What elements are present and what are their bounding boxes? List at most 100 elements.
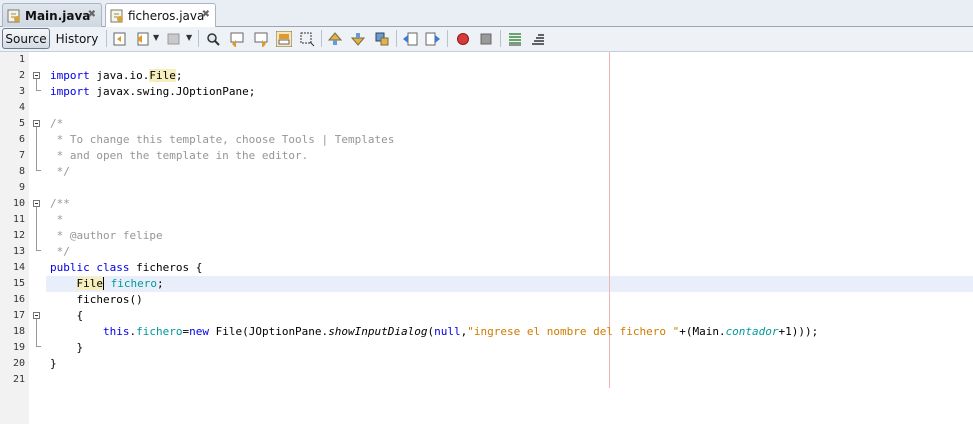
code-text: File xyxy=(76,277,103,290)
line-number: 4 xyxy=(18,102,25,113)
back-icon[interactable] xyxy=(135,31,151,47)
code-line[interactable]: { xyxy=(50,308,83,324)
current-line-highlight xyxy=(46,276,973,292)
toolbar-separator xyxy=(447,30,448,47)
fold-toggle-icon[interactable] xyxy=(33,120,40,127)
toolbar-separator xyxy=(396,30,397,47)
line-number: 18 xyxy=(12,326,25,337)
code-line[interactable]: /** xyxy=(50,196,70,212)
code-line[interactable]: /* xyxy=(50,116,63,132)
code-text: File xyxy=(149,69,176,82)
line-number: 19 xyxy=(12,342,25,353)
code-line[interactable]: * xyxy=(50,212,64,228)
line-number: 8 xyxy=(18,166,25,177)
find-previous-icon[interactable] xyxy=(229,31,245,47)
code-line[interactable]: import java.io.File; xyxy=(50,68,182,84)
source-button[interactable]: Source xyxy=(2,28,50,49)
toggle-highlight-icon[interactable] xyxy=(276,31,292,47)
code-line[interactable]: * To change this template, choose Tools … xyxy=(50,132,395,148)
code-line[interactable]: import javax.swing.JOptionPane; xyxy=(50,84,255,100)
line-number: 1 xyxy=(18,54,25,65)
java-file-icon xyxy=(7,9,20,22)
rectangular-selection-icon[interactable] xyxy=(299,31,315,47)
history-button[interactable]: History xyxy=(53,28,101,49)
string-literal: "ingrese el nombre del fichero " xyxy=(467,325,680,338)
fold-line xyxy=(36,79,37,90)
code-line[interactable]: */ xyxy=(50,164,70,180)
field-name: fichero xyxy=(136,325,183,338)
previous-bookmark-icon[interactable] xyxy=(327,31,343,47)
keyword: new xyxy=(189,325,209,338)
code-line[interactable]: * @author felipe xyxy=(50,228,163,244)
fold-line xyxy=(36,207,37,250)
java-file-icon xyxy=(110,9,123,23)
code-text: +(Main. xyxy=(679,325,726,338)
code-line[interactable]: } xyxy=(50,340,83,356)
line-number: 14 xyxy=(12,262,25,273)
line-number: 21 xyxy=(12,374,25,385)
forward-icon[interactable] xyxy=(166,31,182,47)
tab-label: Main.java xyxy=(25,8,91,23)
line-number: 5 xyxy=(18,118,25,129)
fold-end xyxy=(36,170,41,171)
code-line[interactable]: ficheros() xyxy=(50,292,142,308)
chevron-down-icon[interactable]: ▼ xyxy=(153,33,159,42)
toolbar-separator xyxy=(106,30,107,47)
fold-line xyxy=(36,127,37,170)
tab-ficheros-java[interactable]: ficheros.java ✖ xyxy=(105,3,216,28)
fold-toggle-icon[interactable] xyxy=(33,200,40,207)
code-line[interactable]: File fichero; xyxy=(50,276,164,292)
start-macro-recording-icon[interactable] xyxy=(455,31,471,47)
fold-end xyxy=(36,346,41,347)
code-line[interactable]: */ xyxy=(50,244,70,260)
code-text: ; xyxy=(175,69,183,82)
fold-toggle-icon[interactable] xyxy=(33,72,40,79)
fold-line xyxy=(36,319,37,346)
editor-toolbar: Source History ▼ ▼ xyxy=(0,27,973,52)
line-number: 9 xyxy=(18,182,25,193)
tab-main-java[interactable]: Main.java ✖ xyxy=(2,3,102,27)
line-number: 20 xyxy=(12,358,25,369)
keyword: this xyxy=(102,325,130,338)
uncomment-icon[interactable] xyxy=(530,31,546,47)
tab-label: ficheros.java xyxy=(128,9,205,23)
field-name: fichero xyxy=(104,277,157,290)
code-text: ficheros { xyxy=(129,261,203,274)
code-text: java.io. xyxy=(89,69,150,82)
find-next-icon[interactable] xyxy=(253,31,269,47)
line-number: 10 xyxy=(12,198,25,209)
chevron-down-icon[interactable]: ▼ xyxy=(186,33,192,42)
keyword: public class xyxy=(50,261,130,274)
code-line[interactable]: this.fichero=new File(JOptionPane.showIn… xyxy=(50,324,818,340)
last-edit-icon[interactable] xyxy=(112,31,128,47)
line-number: 7 xyxy=(18,150,25,161)
stop-macro-recording-icon[interactable] xyxy=(478,31,494,47)
code-line[interactable]: * and open the template in the editor. xyxy=(50,148,309,164)
comment-icon[interactable] xyxy=(507,31,523,47)
code-text: ; xyxy=(156,277,164,290)
keyword: import xyxy=(50,69,90,82)
find-icon[interactable] xyxy=(205,31,221,47)
static-field: contador xyxy=(725,325,779,338)
fold-margin xyxy=(29,52,45,424)
fold-toggle-icon[interactable] xyxy=(33,312,40,319)
fold-end xyxy=(36,250,41,251)
code-text: File(JOptionPane. xyxy=(208,325,329,338)
shift-right-icon[interactable] xyxy=(425,31,441,47)
toolbar-separator xyxy=(321,30,322,47)
editor-tab-bar: Main.java ✖ ficheros.java ✖ xyxy=(0,0,973,28)
line-number: 17 xyxy=(12,310,25,321)
close-icon[interactable]: ✖ xyxy=(88,9,96,20)
code-text: +1))); xyxy=(778,325,819,338)
keyword: null xyxy=(434,325,461,338)
line-number: 11 xyxy=(12,214,25,225)
close-icon[interactable]: ✖ xyxy=(202,9,210,20)
line-number: 12 xyxy=(12,230,25,241)
code-line[interactable]: public class ficheros { xyxy=(50,260,202,276)
line-number: 16 xyxy=(12,294,25,305)
toggle-bookmark-icon[interactable] xyxy=(374,31,390,47)
next-bookmark-icon[interactable] xyxy=(350,31,366,47)
code-line[interactable]: } xyxy=(50,356,57,372)
toolbar-separator xyxy=(198,30,199,47)
shift-left-icon[interactable] xyxy=(402,31,418,47)
